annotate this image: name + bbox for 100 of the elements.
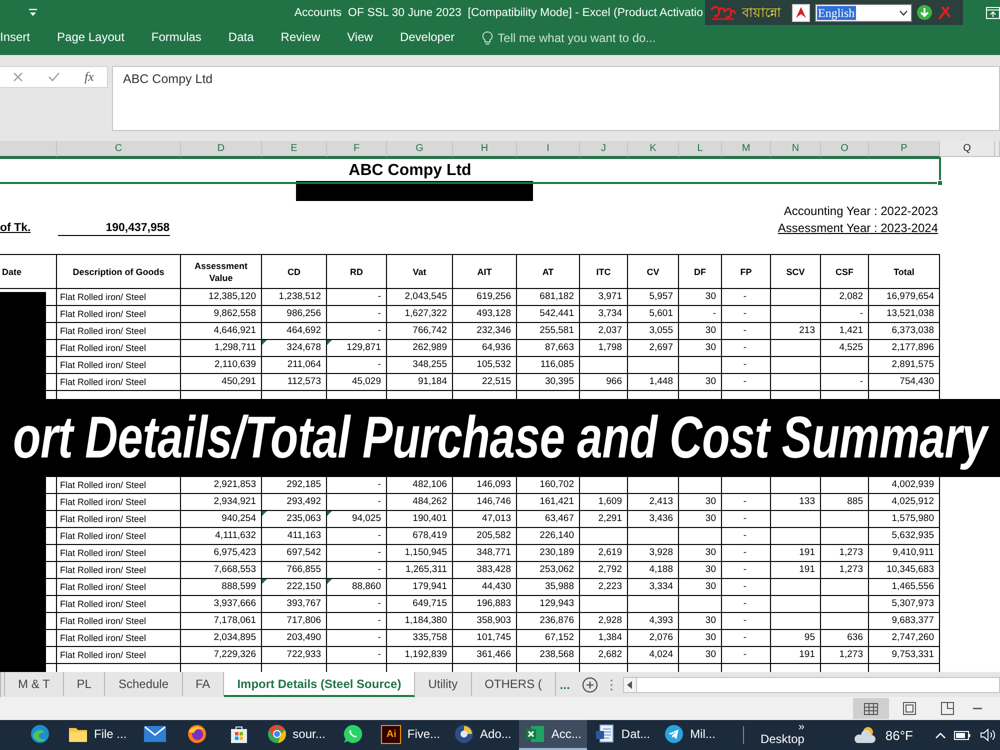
tell-me-field[interactable]: Tell me what you want to do... (482, 28, 666, 48)
column-heading[interactable] (0, 141, 57, 157)
table-cell: 293,492 (262, 494, 327, 511)
table-cell: 1,265,311 (387, 562, 453, 579)
empty-cell (821, 579, 869, 596)
table-cell: 542,441 (517, 306, 580, 323)
formula-field[interactable]: ABC Compy Ltd (112, 66, 1000, 131)
ribbon-options-icon[interactable] (986, 6, 1000, 18)
download-icon[interactable] (917, 5, 932, 20)
column-heading[interactable]: L (679, 141, 722, 157)
table-cell: 636 (821, 630, 869, 647)
table-cell: 7,178,061 (181, 613, 262, 630)
temperature-label[interactable]: 86°F (885, 728, 913, 742)
table-cell: 253,062 (517, 562, 580, 579)
table-cell: 717,806 (262, 613, 327, 630)
column-heading[interactable]: I (517, 141, 580, 157)
empty-cell (580, 596, 628, 613)
taskbar-button[interactable]: Ado... (448, 720, 518, 750)
folder-icon (68, 726, 88, 742)
ribbon-tab[interactable]: Page Layout (57, 28, 124, 48)
table-cell: 1,298,711 (181, 340, 262, 357)
app-logo: Ai (381, 724, 402, 744)
ribbon-tab[interactable]: View (347, 28, 373, 48)
empty-cell (771, 477, 821, 494)
taskbar-button[interactable]: Dat... (589, 720, 656, 750)
toolbar-overflow-button[interactable]: » (798, 723, 804, 732)
weather-icon[interactable] (853, 726, 878, 744)
ribbon-tab[interactable]: Review (280, 28, 320, 48)
sheet-tab[interactable]: Import Details (Steel Source) (224, 672, 416, 697)
ribbon-tab[interactable]: Formulas (151, 28, 202, 48)
column-heading[interactable]: F (327, 141, 387, 157)
chevron-up-icon[interactable] (935, 732, 946, 738)
merged-cell[interactable]: ABC Compy Ltd (0, 157, 941, 184)
table-cell: 191 (771, 545, 821, 562)
table-cell: 129,943 (517, 596, 580, 613)
table-cell: 30 (679, 340, 722, 357)
table-cell: - (327, 357, 387, 374)
table-cell: 2,034,895 (181, 630, 262, 647)
table-cell: 4,025,912 (869, 494, 940, 511)
column-heading[interactable]: E (262, 141, 327, 157)
table-cell: - (327, 306, 387, 323)
more-tabs-button[interactable]: ... (556, 672, 574, 697)
table-cell: 205,582 (453, 528, 517, 545)
title-banner: ort Details/Total Purchase and Cost Summary (0, 399, 1000, 477)
taskbar-button[interactable]: File ... (62, 720, 133, 750)
column-heading[interactable]: J (580, 141, 628, 157)
taskbar-button[interactable]: sour... (260, 720, 332, 750)
taskbar-button[interactable]: Mil... (658, 720, 722, 750)
table-cell: 255,581 (517, 323, 580, 340)
column-heading[interactable]: H (453, 141, 517, 157)
browser-icon (266, 724, 287, 744)
document-app-icon[interactable] (792, 4, 810, 22)
vertical-dots-icon[interactable] (610, 678, 613, 690)
table-cell: 2,921,853 (181, 477, 262, 494)
table-cell: 766,742 (387, 323, 453, 340)
taskbar-button[interactable]: Ai Five... (375, 720, 446, 750)
horizontal-scrollbar[interactable] (622, 676, 1000, 692)
fill-handle[interactable] (937, 180, 943, 186)
table-cell: 4,646,921 (181, 323, 262, 340)
table-cell: - (821, 306, 869, 323)
ribbon-tab[interactable]: Developer (400, 28, 455, 48)
table-cell: 1,184,380 (387, 613, 453, 630)
table-cell: 450,291 (181, 374, 262, 391)
table-cell: 2,076 (628, 630, 679, 647)
desktop-toolbar-label[interactable]: Desktop (760, 732, 804, 747)
column-heading[interactable]: C (57, 141, 181, 157)
column-heading[interactable]: G (387, 141, 453, 157)
table-cell: 5,307,973 (869, 596, 940, 613)
column-heading[interactable]: M (722, 141, 771, 157)
table-header: CV (628, 254, 679, 289)
caret-icon[interactable] (28, 8, 38, 17)
column-heading[interactable]: P (869, 141, 940, 157)
table-cell: 5,601 (628, 306, 679, 323)
empty-cell (771, 340, 821, 357)
column-heading[interactable]: K (628, 141, 679, 157)
table-cell: 1,273 (821, 545, 869, 562)
column-heading[interactable]: Q (940, 141, 995, 157)
taskbar-button[interactable]: Acc... (519, 720, 588, 750)
chevron-down-icon (899, 10, 908, 16)
scroll-left-button[interactable] (624, 678, 637, 692)
table-cell: - (722, 630, 771, 647)
column-heading[interactable]: N (771, 141, 821, 157)
battery-icon[interactable] (954, 729, 972, 741)
language-select[interactable]: English (815, 4, 912, 22)
ribbon-tab[interactable]: Insert (0, 28, 30, 48)
column-heading[interactable]: D (181, 141, 262, 157)
table-cell: 678,419 (387, 528, 453, 545)
table-cell: Flat Rolled iron/ Steel (57, 289, 181, 306)
speaker-icon[interactable] (980, 728, 996, 742)
column-heading[interactable]: O (821, 141, 869, 157)
zoom-out-icon[interactable] (973, 707, 982, 710)
table-cell: 30,395 (517, 374, 580, 391)
table-cell: 3,937,666 (181, 596, 262, 613)
normal-view-button[interactable] (853, 698, 889, 719)
add-sheet-icon[interactable] (582, 676, 598, 692)
cell-value: 235,063 (286, 513, 321, 525)
table-cell: - (722, 374, 771, 391)
ribbon-tab[interactable]: Data (228, 28, 254, 48)
empty-cell (722, 477, 771, 494)
empty-cell (679, 357, 722, 374)
